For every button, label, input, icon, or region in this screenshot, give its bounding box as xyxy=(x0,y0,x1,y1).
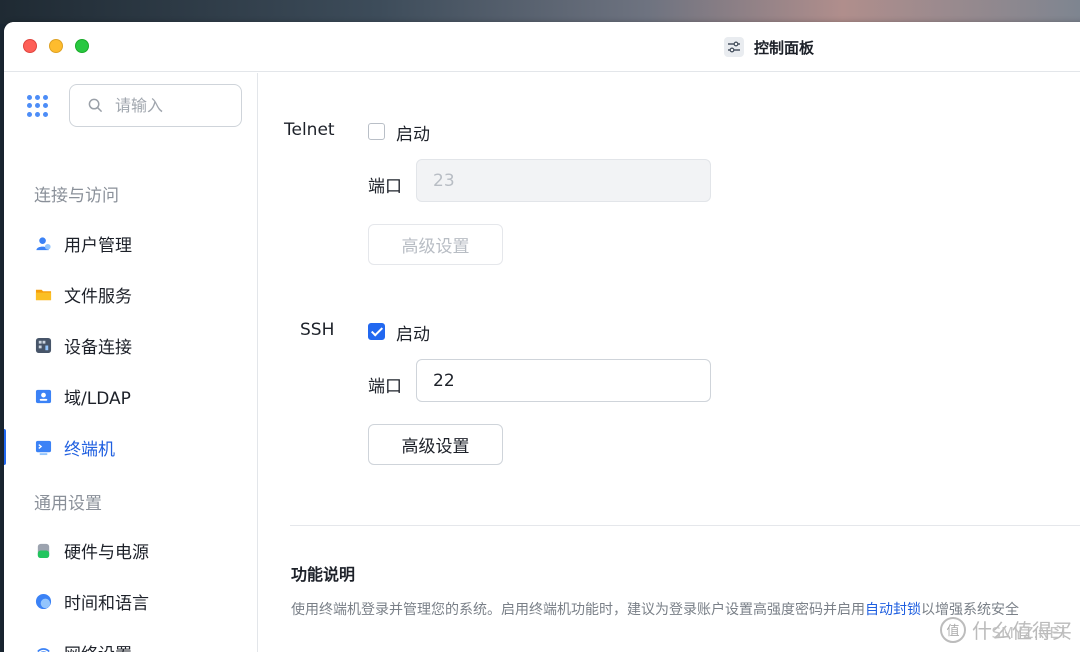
battery-icon xyxy=(37,543,50,558)
control-panel-window: 控制面板 连接与访问 用户管理 xyxy=(4,22,1080,652)
sidebar-item-label: 用户管理 xyxy=(64,235,132,256)
sidebar-item-terminal[interactable]: 终端机 xyxy=(4,425,258,469)
description-text-before: 使用终端机登录并管理您的系统。启用终端机功能时，建议为登录账户设置高强度密码并启… xyxy=(291,602,865,618)
watermark-subtext: SMYZ.NET xyxy=(991,624,1068,642)
window-title-group: 控制面板 xyxy=(724,36,814,58)
terminal-settings-panel: Telnet 启动 端口 高级设置 SSH 启动 端口 高级设置 功能说明 使用… xyxy=(259,73,1080,652)
sidebar-item-label: 网络设置 xyxy=(64,640,132,652)
ssh-enable-checkbox[interactable] xyxy=(368,323,385,340)
telnet-label: Telnet xyxy=(284,120,335,140)
sidebar-item-domain-ldap[interactable]: 域/LDAP xyxy=(4,374,258,418)
sidebar-item-file-services[interactable]: 文件服务 xyxy=(4,272,258,316)
sidebar-item-time-language[interactable]: 时间和语言 xyxy=(4,579,258,623)
window-title: 控制面板 xyxy=(754,38,815,57)
desktop-background xyxy=(0,0,1080,24)
sidebar-item-label: 时间和语言 xyxy=(64,593,149,614)
sidebar-item-label: 终端机 xyxy=(64,439,115,460)
telnet-enable-label: 启动 xyxy=(396,125,430,145)
network-icon xyxy=(37,647,50,652)
minimize-window-button[interactable] xyxy=(49,39,63,53)
sidebar-item-user-management[interactable]: 用户管理 xyxy=(4,221,258,265)
watermark-logo-icon: 值 xyxy=(940,616,966,643)
section-general-settings: 通用设置 xyxy=(34,494,102,514)
sidebar: 连接与访问 用户管理 文件服务 设备连接 xyxy=(4,73,258,652)
section-divider xyxy=(290,525,1080,526)
sidebar-item-label: 设备连接 xyxy=(64,337,132,358)
sidebar-item-device-connection[interactable]: 设备连接 xyxy=(4,323,258,367)
sidebar-item-label: 域/LDAP xyxy=(64,388,131,409)
ssh-port-label: 端口 xyxy=(368,377,402,397)
telnet-port-input[interactable] xyxy=(416,159,711,202)
terminal-icon xyxy=(35,440,52,455)
device-icon xyxy=(35,337,52,353)
maximize-window-button[interactable] xyxy=(75,39,89,53)
search-icon xyxy=(88,98,103,113)
search-box[interactable] xyxy=(69,84,242,127)
telnet-port-label: 端口 xyxy=(368,177,402,197)
search-input[interactable] xyxy=(115,96,235,115)
id-card-icon xyxy=(35,389,52,403)
sidebar-item-hardware-power[interactable]: 硬件与电源 xyxy=(4,528,258,572)
folder-icon xyxy=(35,289,52,300)
telnet-advanced-settings-button[interactable]: 高级设置 xyxy=(368,224,503,265)
close-window-button[interactable] xyxy=(23,39,37,53)
sliders-icon xyxy=(724,37,744,57)
ssh-label: SSH xyxy=(300,320,335,340)
sidebar-item-label: 硬件与电源 xyxy=(64,542,149,563)
title-bar: 控制面板 xyxy=(4,22,1080,72)
ssh-port-input[interactable] xyxy=(416,359,711,402)
sidebar-item-label: 文件服务 xyxy=(64,286,132,307)
section-connection-access: 连接与访问 xyxy=(34,186,119,206)
description-title: 功能说明 xyxy=(291,565,356,584)
description-text: 使用终端机登录并管理您的系统。启用终端机功能时，建议为登录账户设置高强度密码并启… xyxy=(291,599,1019,619)
ssh-advanced-settings-button[interactable]: 高级设置 xyxy=(368,424,503,465)
clock-icon xyxy=(35,593,52,609)
telnet-enable-checkbox[interactable] xyxy=(368,123,385,140)
ssh-enable-label: 启动 xyxy=(396,325,430,345)
sidebar-item-network-settings[interactable]: 网络设置 xyxy=(4,630,258,652)
apps-grid-icon[interactable] xyxy=(27,95,49,117)
users-icon xyxy=(36,236,51,250)
auto-block-link[interactable]: 自动封锁 xyxy=(865,602,921,618)
